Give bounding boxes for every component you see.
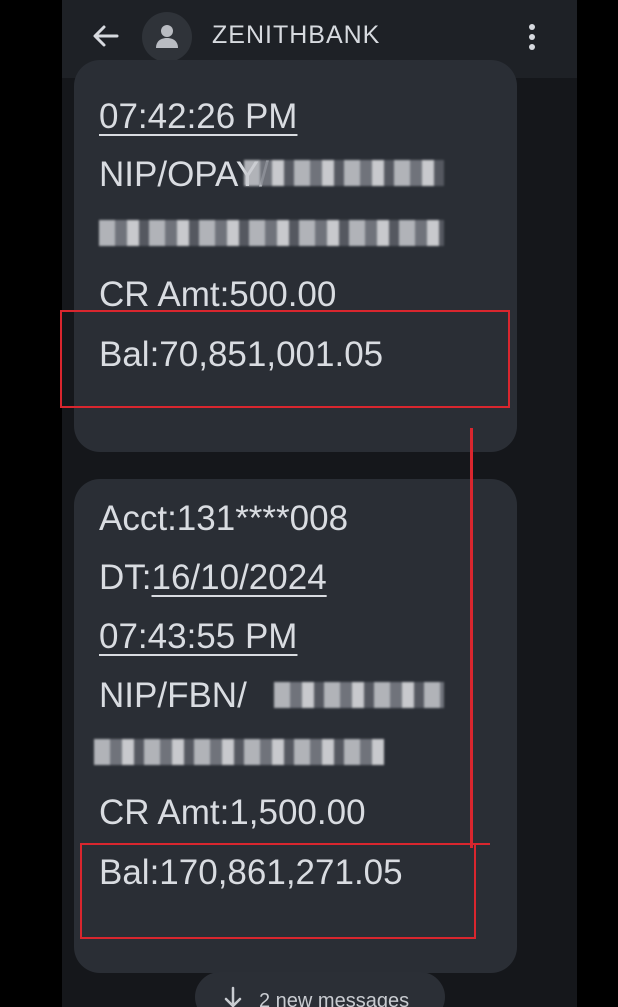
redacted-text (274, 682, 444, 708)
balance-highlight-box (60, 310, 510, 408)
credit-amount: CR Amt:500.00 (99, 275, 337, 314)
more-vert-icon[interactable] (524, 22, 540, 52)
message-time[interactable]: 07:43:55 PM (99, 617, 297, 657)
arrow-left-icon[interactable] (90, 20, 122, 52)
redacted-text (94, 739, 384, 765)
credit-amount: CR Amt:1,500.00 (99, 793, 366, 832)
balance-highlight-box (80, 843, 476, 939)
redacted-text (99, 220, 444, 246)
message-date-row: DT:16/10/2024 (99, 558, 327, 598)
connector-line (470, 428, 473, 848)
message-time[interactable]: 07:42:26 PM (99, 97, 297, 137)
new-messages-label: 2 new messages (259, 990, 410, 1007)
date-label: DT: (99, 558, 152, 597)
avatar[interactable] (142, 12, 192, 62)
message-date[interactable]: 16/10/2024 (152, 558, 327, 597)
arrow-down-icon (224, 986, 242, 1007)
message-reference: NIP/FBN/ (99, 676, 247, 715)
new-messages-button[interactable]: 2 new messages (195, 972, 445, 1007)
account-number: Acct:131****008 (99, 499, 349, 538)
connector-line (430, 843, 490, 845)
person-icon (156, 25, 178, 48)
conversation-title: ZENITHBANK (212, 21, 381, 49)
redacted-text (244, 160, 444, 186)
